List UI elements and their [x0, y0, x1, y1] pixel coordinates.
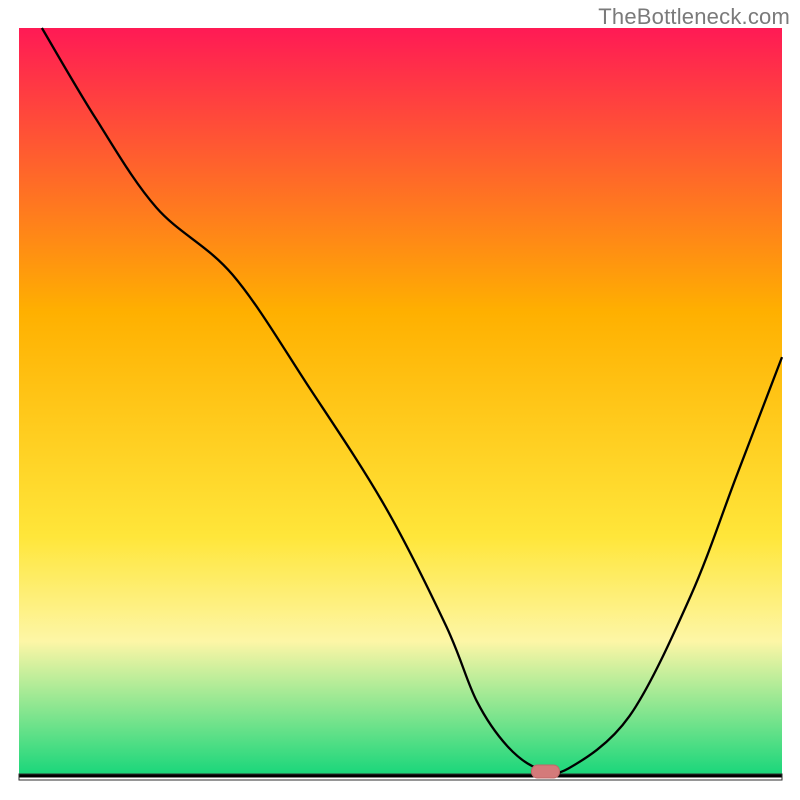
optimal-marker: [531, 765, 559, 778]
plot-background: [19, 28, 782, 776]
bottleneck-plot: [0, 0, 800, 800]
chart-canvas: TheBottleneck.com: [0, 0, 800, 800]
